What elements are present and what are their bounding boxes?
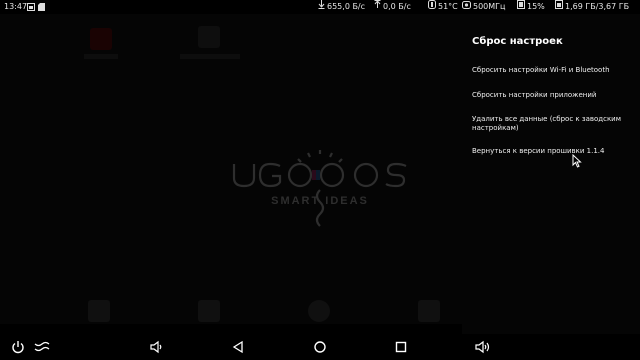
cpu-load: 15% <box>517 0 545 14</box>
processor-icon <box>517 0 525 14</box>
app-label-placeholder-2 <box>180 54 240 59</box>
clock: 13:47 <box>4 0 27 14</box>
home-icon[interactable] <box>312 339 328 355</box>
cpu-load-text: 15% <box>527 2 545 11</box>
image-icon <box>27 0 35 14</box>
app-tile-6 <box>418 300 440 322</box>
status-bar: 13:47 655,0 Б/с 0,0 Б/с 51°C 500МГц 15% … <box>0 0 640 14</box>
app-label-placeholder-1 <box>84 54 118 59</box>
mouse-pointer-icon <box>572 153 582 168</box>
revert-firmware-option[interactable]: Вернуться к версии прошивки 1.1.4 <box>472 147 632 156</box>
sd-card-icon <box>38 0 45 14</box>
panel-title: Сброс настроек <box>472 36 563 47</box>
app-tile-1 <box>90 28 112 50</box>
app-tile-4 <box>198 300 220 322</box>
back-icon[interactable] <box>230 339 246 355</box>
logo-tagline: SMART IDEAS <box>271 195 369 207</box>
app-tile-2 <box>198 26 220 48</box>
menu-wave-icon[interactable] <box>34 339 50 355</box>
clock-text: 13:47 <box>4 2 28 11</box>
volume-down-icon[interactable] <box>148 339 164 355</box>
ugoos-logo: SMART IDEAS <box>228 150 412 230</box>
reset-settings-panel: Сброс настроек Сбросить настройки Wi-Fi … <box>462 14 640 334</box>
factory-reset-option[interactable]: Удалить все данные (сброс к заводским на… <box>472 115 632 133</box>
download-speed: 655,0 Б/с <box>318 0 365 14</box>
cpu-frequency-text: 500МГц <box>473 2 506 11</box>
app-tile-3 <box>88 300 110 322</box>
cpu-frequency: 500МГц <box>462 0 506 14</box>
memory-text: 1,69 ГБ/3,67 ГБ <box>565 2 630 11</box>
reset-wifi-bluetooth-option[interactable]: Сбросить настройки Wi-Fi и Bluetooth <box>472 66 632 75</box>
navigation-bar <box>0 334 640 360</box>
upload-speed: 0,0 Б/с <box>374 0 411 14</box>
power-icon[interactable] <box>10 339 26 355</box>
volume-up-icon[interactable] <box>474 339 490 355</box>
download-speed-text: 655,0 Б/с <box>327 2 366 11</box>
temperature: 51°C <box>428 0 458 14</box>
memory-icon <box>555 0 563 14</box>
thermometer-icon <box>428 0 436 14</box>
reset-app-settings-option[interactable]: Сбросить настройки приложений <box>472 91 632 100</box>
recents-icon[interactable] <box>393 339 409 355</box>
upload-arrow-icon <box>374 0 381 14</box>
memory: 1,69 ГБ/3,67 ГБ <box>555 0 629 14</box>
temperature-text: 51°C <box>438 2 458 11</box>
download-arrow-icon <box>318 0 325 14</box>
cpu-chip-icon <box>462 0 471 14</box>
upload-speed-text: 0,0 Б/с <box>383 2 411 11</box>
app-tile-5 <box>308 300 330 322</box>
